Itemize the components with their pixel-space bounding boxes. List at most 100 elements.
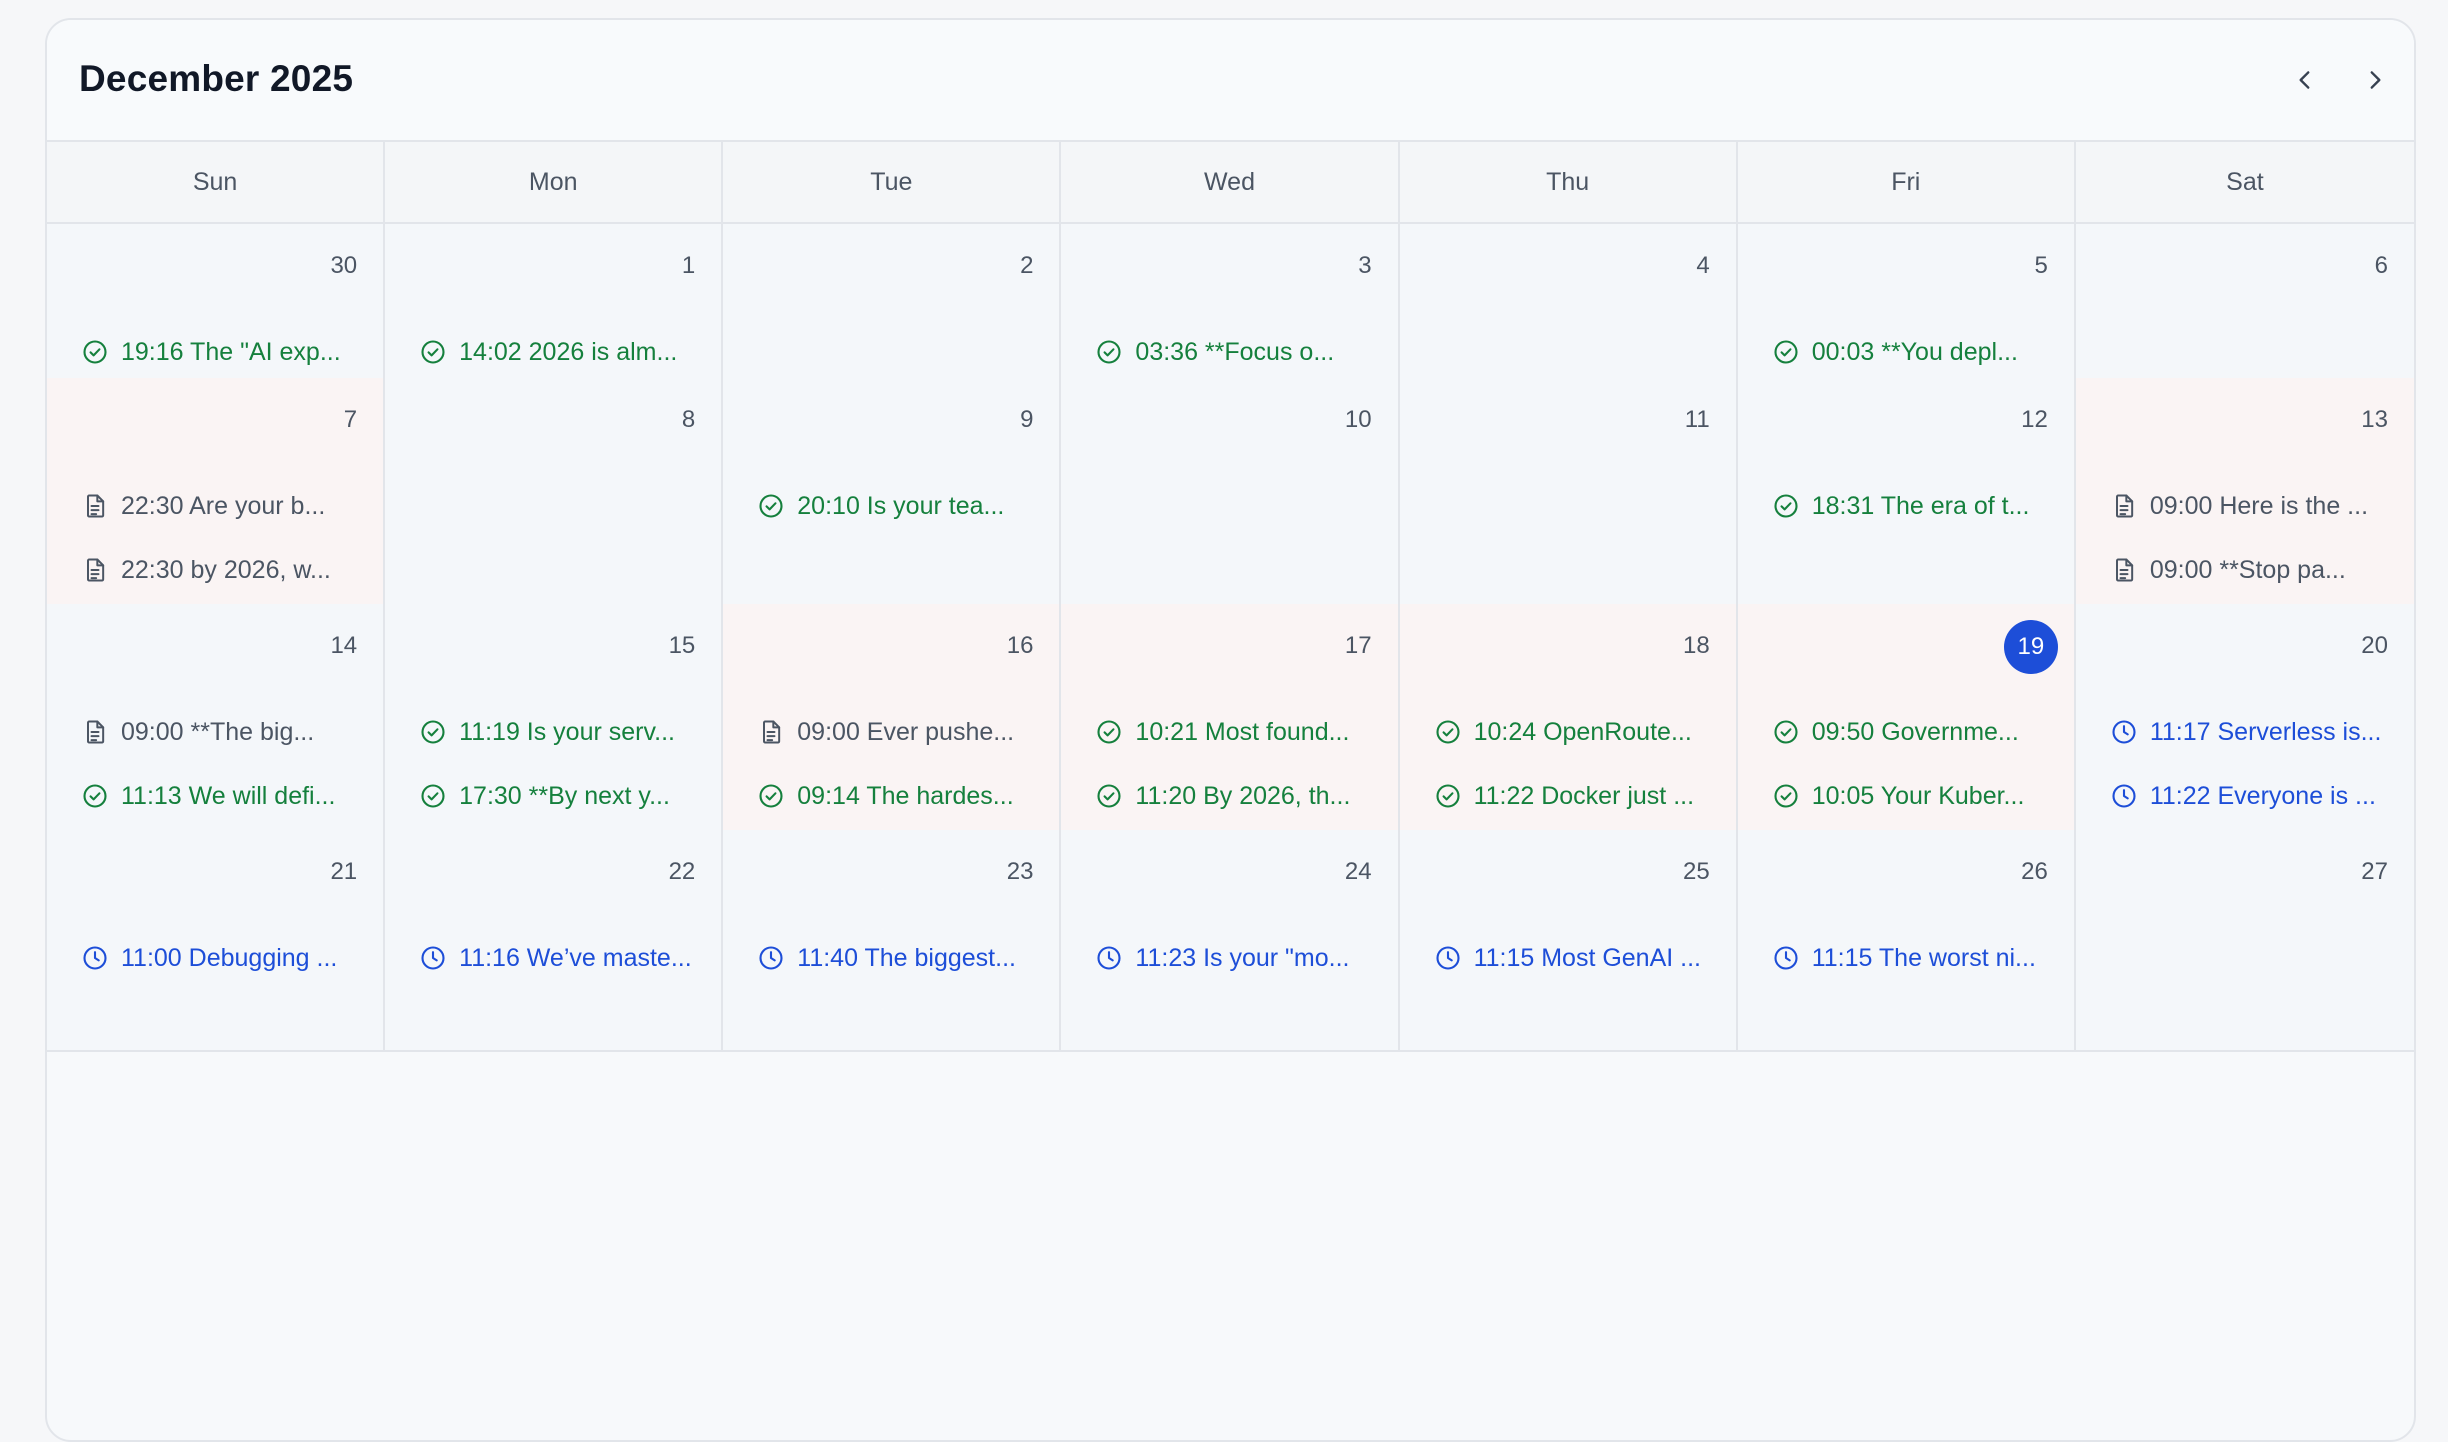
event-label: 17:30 **By next y... <box>459 781 670 810</box>
event-item-done[interactable]: 10:21 Most found... <box>1095 700 1375 764</box>
day-number: 15 <box>668 632 696 659</box>
day-number: 25 <box>1683 858 1710 885</box>
day-number: 18 <box>1683 632 1710 659</box>
calendar-header: December 2025 <box>47 20 2414 142</box>
event-item-scheduled[interactable]: 11:17 Serverless is... <box>2110 700 2392 764</box>
day-number: 30 <box>330 252 358 279</box>
check-circle-icon <box>1095 782 1123 810</box>
event-list: 11:40 The biggest... <box>757 830 1037 990</box>
event-item-done[interactable]: 18:31 The era of t... <box>1772 474 2052 538</box>
event-item-draft[interactable]: 09:00 Here is the ... <box>2110 474 2392 538</box>
day-number: 6 <box>2374 252 2388 279</box>
weekday-fri: Fri <box>1738 142 2076 222</box>
event-label: 19:16 The "AI exp... <box>121 337 341 366</box>
event-item-done[interactable]: 09:14 The hardes... <box>757 764 1037 828</box>
event-label: 09:00 **Stop pa... <box>2149 555 2346 584</box>
event-item-done[interactable]: 17:30 **By next y... <box>419 764 699 828</box>
day-number: 16 <box>1006 632 1034 659</box>
event-item-done[interactable]: 20:10 Is your tea... <box>757 474 1037 538</box>
event-item-draft[interactable]: 09:00 **Stop pa... <box>2110 538 2392 602</box>
event-item-done[interactable]: 11:20 By 2026, th... <box>1095 764 1375 828</box>
event-label: 20:10 Is your tea... <box>797 491 1005 520</box>
event-item-scheduled[interactable]: 11:22 Everyone is ... <box>2110 764 2392 828</box>
document-icon <box>757 718 785 746</box>
clock-icon <box>1434 944 1462 972</box>
event-label: 09:50 Governme... <box>1811 717 2019 746</box>
day-number: 7 <box>343 406 358 433</box>
document-icon <box>2110 556 2138 584</box>
day-cell[interactable]: 26 11:15 The worst ni... <box>1737 830 2076 1050</box>
event-item-draft[interactable]: 22:30 Are your b... <box>81 474 361 538</box>
event-label: 22:30 by 2026, w... <box>121 555 331 584</box>
event-label: 14:02 2026 is alm... <box>459 337 678 366</box>
day-cell[interactable]: 25 11:15 Most GenAI ... <box>1399 830 1738 1050</box>
event-item-scheduled[interactable]: 11:00 Debugging ... <box>81 926 361 990</box>
event-label: 09:00 Here is the ... <box>2149 491 2369 520</box>
day-number: 27 <box>2361 858 2388 885</box>
weekday-mon: Mon <box>385 142 724 222</box>
day-number: 1 <box>681 252 696 279</box>
event-list: 11:19 Is your serv... 17:30 **By next y..… <box>419 604 699 828</box>
event-item-done[interactable]: 11:19 Is your serv... <box>419 700 699 764</box>
event-item-scheduled[interactable]: 11:23 Is your "mo... <box>1095 926 1375 990</box>
event-item-done[interactable]: 11:13 We will defi... <box>81 764 361 828</box>
clock-icon <box>81 944 109 972</box>
day-cell[interactable]: 22 11:16 We’ve maste... <box>385 830 724 1050</box>
check-circle-icon <box>1095 338 1123 366</box>
check-circle-icon <box>419 782 447 810</box>
event-label: 11:15 Most GenAI ... <box>1473 943 1701 972</box>
event-item-scheduled[interactable]: 11:16 We’ve maste... <box>419 926 699 990</box>
event-list <box>1095 378 1375 474</box>
day-number: 17 <box>1344 632 1372 659</box>
event-label: 11:40 The biggest... <box>797 943 1016 972</box>
check-circle-icon <box>757 782 785 810</box>
event-item-draft[interactable]: 09:00 Ever pushe... <box>757 700 1037 764</box>
check-circle-icon <box>1095 718 1123 746</box>
event-label: 11:16 We’ve maste... <box>459 943 692 972</box>
day-cell[interactable]: 23 11:40 The biggest... <box>723 830 1062 1050</box>
week-row: 7 22:30 Are your b... 22:30 by 2026, w... 2… <box>47 378 2414 730</box>
event-label: 11:22 Everyone is ... <box>2149 781 2376 810</box>
check-circle-icon <box>1772 718 1800 746</box>
day-cell[interactable]: 21 11:00 Debugging ... <box>47 830 386 1050</box>
next-month-button[interactable] <box>2355 60 2395 100</box>
event-item-done[interactable]: 00:03 **You depl... <box>1772 320 2052 384</box>
event-item-scheduled[interactable]: 11:15 Most GenAI ... <box>1434 926 1714 990</box>
event-list: 11:17 Serverless is... 11:22 Everyone is … <box>2110 604 2392 828</box>
weekday-thu: Thu <box>1400 142 1738 222</box>
check-circle-icon <box>419 338 447 366</box>
event-list: 09:00 **The big... 11:13 We will defi... <box>81 604 361 828</box>
event-list <box>2110 224 2392 320</box>
event-list: 20:10 Is your tea... <box>757 378 1037 538</box>
event-item-done[interactable]: 10:05 Your Kuber... <box>1772 764 2052 828</box>
event-list: 11:16 We’ve maste... <box>419 830 699 990</box>
event-item-done[interactable]: 14:02 2026 is alm... <box>419 320 699 384</box>
event-item-done[interactable]: 09:50 Governme... <box>1772 700 2052 764</box>
event-list <box>1434 224 1714 320</box>
day-number: 12 <box>2021 406 2048 433</box>
event-item-done[interactable]: 11:22 Docker just ... <box>1434 764 1714 828</box>
event-item-draft[interactable]: 22:30 by 2026, w... <box>81 538 361 602</box>
day-cell[interactable]: 27 <box>2075 830 2414 1050</box>
event-label: 03:36 **Focus o... <box>1135 337 1335 366</box>
day-number: 13 <box>2361 406 2388 433</box>
clock-icon <box>419 944 447 972</box>
chevron-right-icon <box>2370 71 2381 89</box>
day-number: 26 <box>2021 858 2048 885</box>
event-item-done[interactable]: 03:36 **Focus o... <box>1095 320 1375 384</box>
prev-month-button[interactable] <box>2285 60 2325 100</box>
event-item-done[interactable]: 19:16 The "AI exp... <box>81 320 361 384</box>
event-label: 11:19 Is your serv... <box>459 717 675 746</box>
event-item-done[interactable]: 10:24 OpenRoute... <box>1434 700 1714 764</box>
event-item-draft[interactable]: 09:00 **The big... <box>81 700 361 764</box>
document-icon <box>81 492 109 520</box>
event-label: 18:31 The era of t... <box>1811 491 2030 520</box>
day-cell[interactable]: 24 11:23 Is your "mo... <box>1061 830 1400 1050</box>
event-list: 19:16 The "AI exp... <box>81 224 361 384</box>
event-label: 09:00 **The big... <box>121 717 315 746</box>
day-number: 22 <box>668 858 696 885</box>
event-item-scheduled[interactable]: 11:15 The worst ni... <box>1772 926 2052 990</box>
event-list <box>419 378 699 474</box>
event-item-scheduled[interactable]: 11:40 The biggest... <box>757 926 1037 990</box>
day-number: 23 <box>1006 858 1034 885</box>
